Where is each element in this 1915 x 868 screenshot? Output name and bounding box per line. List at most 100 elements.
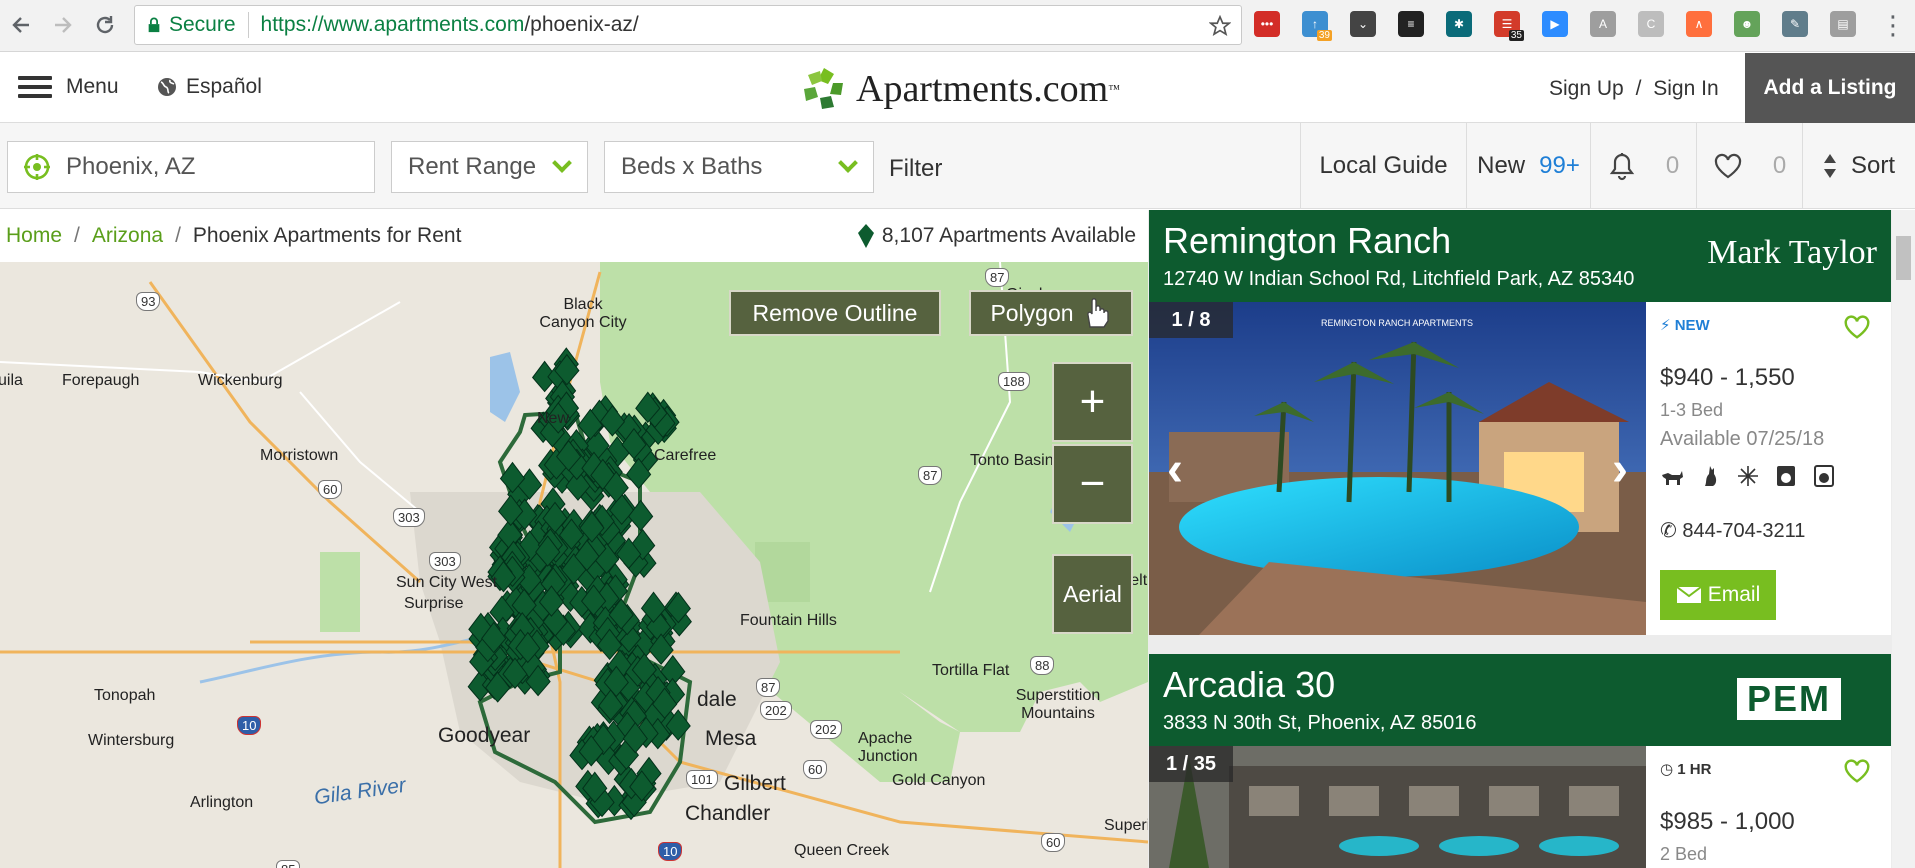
sort-button[interactable]: Sort [1802,123,1915,209]
prev-photo-icon[interactable]: ‹ [1167,442,1183,497]
scrollbar-thumb[interactable] [1896,236,1911,280]
back-button[interactable] [6,10,36,40]
brand-logo-pem: PEM [1736,678,1841,720]
brand-logo-mark-taylor: Mark Taylor [1707,234,1877,271]
map-label: dale [697,688,737,711]
map-label: Wickenburg [198,372,283,389]
highway-shield: 303 [393,508,425,527]
breadcrumb-current: Phoenix Apartments for Rent [192,224,462,247]
next-photo-icon[interactable]: › [1612,442,1628,497]
arrow-ext-icon[interactable]: ∧ [1686,11,1712,37]
available-count: 8,107 Apartments Available [857,224,1136,248]
map-label: Surprise [404,595,464,612]
buffer-ext-icon[interactable]: ≡ [1398,11,1424,37]
highway-shield: 202 [760,701,792,720]
bug-ext-icon[interactable]: ☻ [1734,11,1760,37]
listing-beds: 2 Bed [1660,844,1708,864]
new-count: 99+ [1539,152,1580,179]
favorite-heart-icon[interactable] [1843,314,1871,340]
favorites-button[interactable]: 0 [1696,123,1802,209]
a-ext-icon[interactable]: A [1590,11,1616,37]
add-listing-button[interactable]: Add a Listing [1745,53,1915,123]
map-view[interactable]: Black Canyon City Forepaugh Wickenburg Morr… [0,262,1148,868]
listing-card[interactable]: Arcadia 30 3833 N 30th St, Phoenix, AZ 8… [1149,654,1891,868]
email-button[interactable]: Email [1660,570,1776,620]
sign-in-link[interactable]: Sign In [1653,77,1718,100]
pocket-ext-icon[interactable]: ⌄ [1350,11,1376,37]
zoom-out-button[interactable]: − [1052,444,1133,524]
sort-label: Sort [1850,152,1895,179]
new-label: New [1477,152,1526,179]
zoom-ext-icon[interactable]: ▶ [1542,11,1568,37]
listing-photo[interactable]: 1 / 35 [1149,746,1646,868]
language-label: Español [186,75,262,98]
forward-button[interactable] [48,10,78,40]
menu-button[interactable]: Menu [18,75,119,99]
bookmark-star-icon[interactable] [1209,15,1231,37]
listing-title[interactable]: Arcadia 30 [1163,664,1335,706]
lastpass-ext-icon[interactable]: ••• [1254,11,1280,37]
auth-links: Sign Up / Sign In [1549,77,1719,101]
aerial-button[interactable]: Aerial [1052,554,1133,634]
location-search-input[interactable]: Phoenix, AZ [7,141,375,193]
listing-price: $985 - 1,000 [1660,808,1795,835]
favorite-heart-icon[interactable] [1843,758,1871,784]
chevron-down-icon [838,153,858,173]
extension-badge: 39 [1316,30,1332,41]
chrome-menu-icon[interactable]: ⋮ [1878,10,1908,40]
sheet-ext-icon[interactable]: ▤ [1830,11,1856,37]
c-ext-icon[interactable]: C [1638,11,1664,37]
reload-button[interactable] [90,10,120,40]
map-label: Forepaugh [62,372,140,389]
polygon-label: Polygon [990,299,1074,326]
beds-baths-dropdown[interactable]: Beds x Baths [604,141,874,193]
map-label: Gold Canyon [892,772,986,789]
new-listings-button[interactable]: New 99+ [1466,123,1590,209]
heart-icon [1714,153,1741,179]
listing-header[interactable]: Remington Ranch 12740 W Indian School Rd… [1149,210,1891,302]
map-label: Tortilla Flat [932,662,1010,679]
listing-phone[interactable]: ✆ 844-704-3211 [1660,518,1805,543]
language-toggle[interactable]: Español [156,75,262,99]
address-bar[interactable]: Secure https://www.apartments.com/phoeni… [134,5,1242,45]
zoom-out-label: − [1079,459,1106,508]
sign-up-link[interactable]: Sign Up [1549,77,1624,100]
map-label: Superi [1104,817,1148,834]
map-label: Black Canyon City [539,296,627,331]
stats-ext-icon[interactable]: ↑ 39 [1302,11,1332,41]
cat-icon [1698,464,1722,488]
highway-shield: 60 [1041,833,1066,852]
highway-shield: 88 [1030,656,1055,675]
amenities [1660,464,1836,488]
listings-scrollbar[interactable] [1892,210,1915,868]
listing-title[interactable]: Remington Ranch [1163,220,1451,262]
omnibox-divider [247,12,249,38]
chat-ext-icon[interactable]: ✱ [1446,11,1472,37]
alerts-button[interactable]: 0 [1590,123,1696,209]
phone-icon: ✆ [1660,520,1677,542]
apartments-logo[interactable]: Apartments.com ™ [800,65,1120,113]
filter-button[interactable]: Filter [889,155,942,183]
map-label: Tonto Basin [970,452,1054,469]
listing-photo[interactable]: REMINGTON RANCH APARTMENTS 1 / 8 ‹ › [1149,302,1646,635]
washer-icon [1774,464,1798,488]
remove-outline-button[interactable]: Remove Outline [729,290,941,336]
listing-card[interactable]: Remington Ranch 12740 W Indian School Rd… [1149,210,1891,635]
map-label: Morristown [260,447,339,464]
breadcrumb-arizona[interactable]: Arizona [92,224,163,248]
rent-range-dropdown[interactable]: Rent Range [391,141,588,193]
zoom-in-button[interactable]: + [1052,362,1133,442]
photo-counter: 1 / 8 [1149,302,1233,338]
logo-trademark: ™ [1108,81,1120,96]
breadcrumb-home[interactable]: Home [6,224,62,248]
polygon-button[interactable]: Polygon [969,290,1133,336]
map-label: New [537,410,570,427]
todoist-ext-icon[interactable]: ☰ 35 [1494,11,1524,41]
rent-range-label: Rent Range [408,153,537,180]
secure-label: Secure [169,13,236,36]
tools-ext-icon[interactable]: ✎ [1782,11,1808,37]
globe-icon [158,78,176,96]
listing-header[interactable]: Arcadia 30 3833 N 30th St, Phoenix, AZ 8… [1149,654,1891,746]
local-guide-button[interactable]: Local Guide [1300,123,1466,209]
breadcrumb-separator: / [74,224,80,247]
